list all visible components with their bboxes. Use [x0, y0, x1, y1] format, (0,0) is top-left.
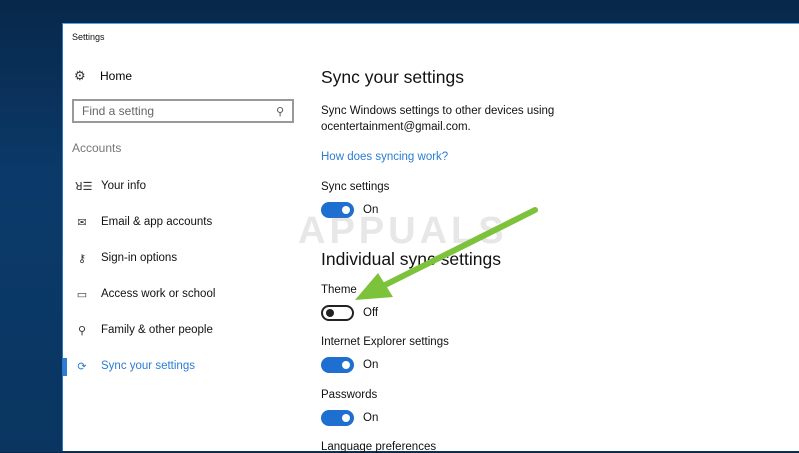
green-arrow-annotation: [355, 207, 538, 300]
